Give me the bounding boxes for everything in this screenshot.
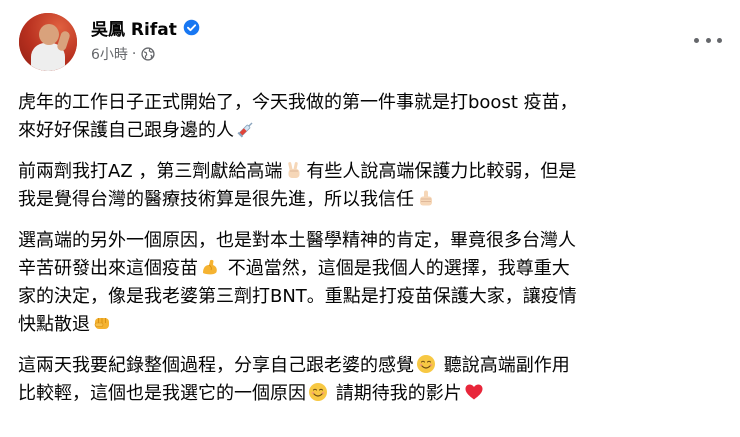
text-line: 虎年的工作日子正式開始了，今天我做的第一件事就是打boost 疫苗， bbox=[18, 92, 578, 113]
text-line: 家的決定，像是我老婆第三劑打BNT。重點是打疫苗保護大家，讓疫情 bbox=[18, 286, 577, 307]
syringe-icon bbox=[237, 122, 253, 138]
text-line: 快點散退 bbox=[18, 311, 723, 339]
avatar[interactable] bbox=[19, 13, 77, 71]
smiling-face-icon bbox=[417, 355, 435, 373]
text-line: 比較輕，這個也是我選它的一個原因 請期待我的影片 bbox=[18, 380, 723, 408]
flexed-biceps-icon bbox=[203, 259, 217, 275]
post-header: 吳鳳 Rifat 6小時 · bbox=[19, 13, 724, 71]
text-line: 辛苦研發出來這個疫苗 不過當然，這個是我個人的選擇，我尊重大 bbox=[18, 258, 570, 279]
text-line: 前兩劑我打AZ ，第三劑獻給高端 有些人說高端保護力比較弱，但是 bbox=[18, 161, 577, 182]
red-heart-icon bbox=[465, 384, 483, 400]
verified-badge-icon bbox=[183, 19, 200, 35]
paragraph: 虎年的工作日子正式開始了，今天我做的第一件事就是打boost 疫苗， 來好好保護… bbox=[18, 89, 723, 145]
more-options-icon[interactable] bbox=[694, 31, 722, 49]
author-name[interactable]: 吳鳳 Rifat bbox=[91, 15, 177, 40]
fist-icon bbox=[94, 318, 109, 329]
paragraph: 這兩天我要紀錄整個過程，分享自己跟老婆的感覺 聽說高端副作用 比較輕，這個也是我… bbox=[18, 352, 723, 408]
text-line: 選高端的另外一個原因，也是對本土醫學精神的肯定，畢竟很多台灣人 bbox=[18, 230, 576, 251]
victory-hand-icon bbox=[288, 162, 300, 178]
post-meta: 6小時 · bbox=[91, 44, 155, 64]
text-line: 來好好保護自己跟身邊的人 bbox=[18, 117, 723, 145]
text-line: 這兩天我要紀錄整個過程，分享自己跟老婆的感覺 聽說高端副作用 bbox=[18, 355, 570, 376]
text-line: 我是覺得台灣的醫療技術算是很先進，所以我信任 bbox=[18, 186, 723, 214]
globe-icon bbox=[141, 47, 155, 61]
timestamp[interactable]: 6小時 bbox=[91, 44, 128, 64]
post-body: 虎年的工作日子正式開始了，今天我做的第一件事就是打boost 疫苗， 來好好保護… bbox=[18, 89, 723, 421]
meta-separator: · bbox=[131, 46, 137, 62]
thumbs-up-icon bbox=[420, 190, 432, 206]
author-row: 吳鳳 Rifat bbox=[91, 15, 200, 40]
paragraph: 前兩劑我打AZ ，第三劑獻給高端 有些人說高端保護力比較弱，但是 我是覺得台灣的… bbox=[18, 158, 723, 214]
smiling-face-icon bbox=[309, 383, 327, 401]
paragraph: 選高端的另外一個原因，也是對本土醫學精神的肯定，畢竟很多台灣人 辛苦研發出來這個… bbox=[18, 227, 723, 339]
